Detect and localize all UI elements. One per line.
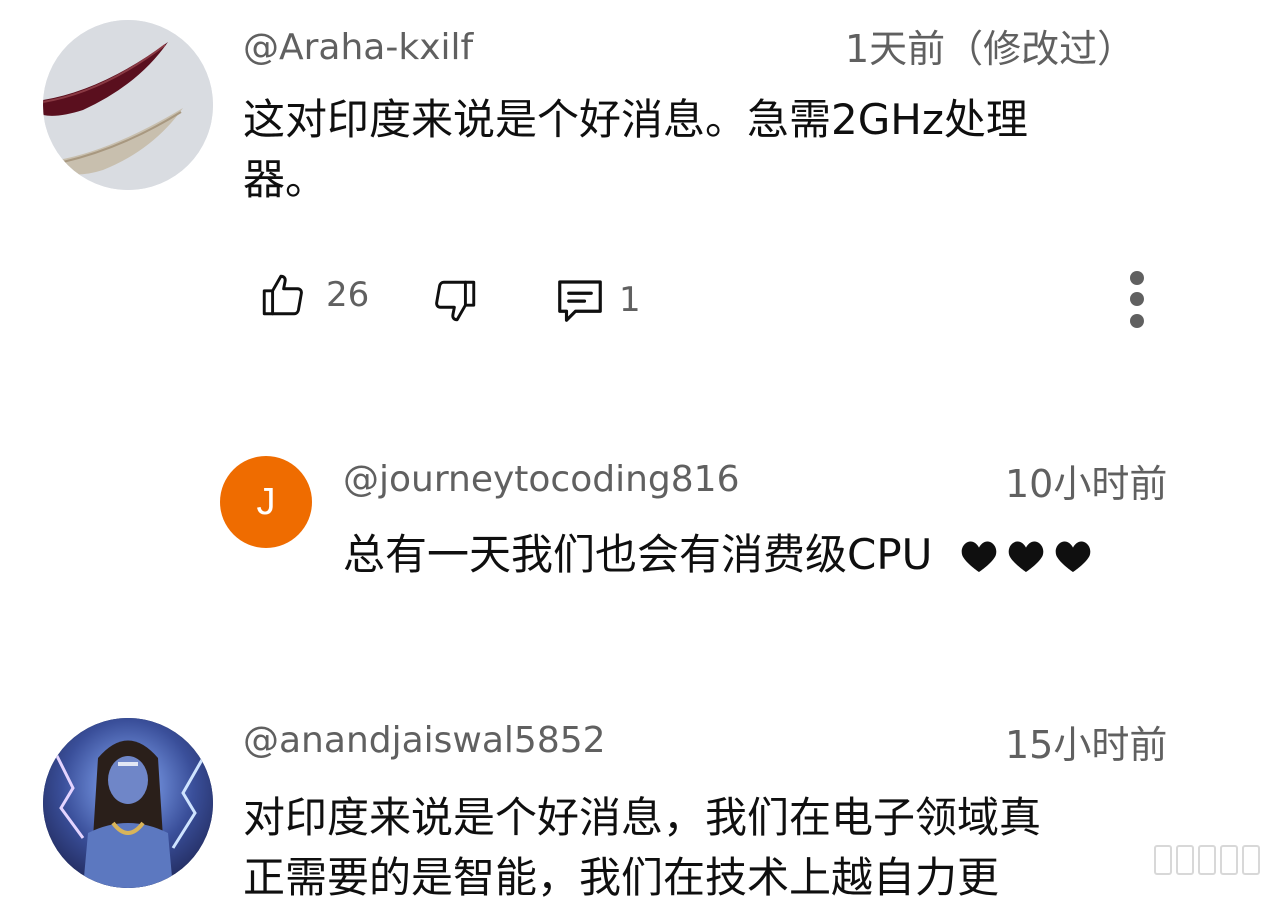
heart-icon <box>1056 541 1091 572</box>
more-options-button[interactable] <box>1127 270 1147 336</box>
thumbs-up-icon <box>262 274 303 316</box>
comment-text-line: 正需要的是智能，我们在技术上越自力更 <box>243 853 1000 902</box>
dislike-button[interactable] <box>430 276 480 326</box>
avatar[interactable] <box>43 20 213 190</box>
comment-timestamp: 10小时前 <box>1005 462 1168 506</box>
more-vert-icon <box>1130 271 1144 328</box>
comment-text-line: 器。 <box>243 155 328 204</box>
reply-count: 1 <box>619 280 641 320</box>
like-button[interactable]: 26 <box>258 270 369 320</box>
comment-icon <box>558 280 602 322</box>
avatar-image <box>43 718 213 888</box>
comment-author[interactable]: @anandjaiswal5852 <box>243 723 606 759</box>
comment-text-line: 总有一天我们也会有消费级CPU <box>343 530 933 579</box>
heart-icon <box>1008 541 1044 572</box>
avatar-letter: J <box>256 480 276 523</box>
like-count: 26 <box>326 275 370 315</box>
comment-text: 总有一天我们也会有消费级CPU <box>343 525 1243 588</box>
comment-author[interactable]: @Araha-kxilf <box>243 30 473 66</box>
hearts <box>960 528 1093 588</box>
comment-text-line: 对印度来说是个好消息，我们在电子领域真 <box>243 793 1042 842</box>
comment-text: 对印度来说是个好消息，我们在电子领域真 正需要的是智能，我们在技术上越自力更 <box>243 788 1203 908</box>
watermark-logo <box>1154 845 1260 875</box>
avatar[interactable] <box>43 718 213 888</box>
reply-button[interactable]: 1 <box>553 273 641 327</box>
comment-timestamp: 15小时前 <box>1005 723 1168 767</box>
heart-icon <box>961 541 997 572</box>
comment-author[interactable]: @journeytocoding816 <box>343 462 739 498</box>
thumbs-down-icon <box>435 280 476 322</box>
avatar[interactable]: J <box>220 456 312 548</box>
comment-timestamp: 1天前（修改过） <box>845 27 1136 71</box>
comment-text-line: 这对印度来说是个好消息。急需2GHz处理 <box>243 95 1028 144</box>
comment-text: 这对印度来说是个好消息。急需2GHz处理 器。 <box>243 90 1203 210</box>
avatar-image <box>43 20 213 190</box>
